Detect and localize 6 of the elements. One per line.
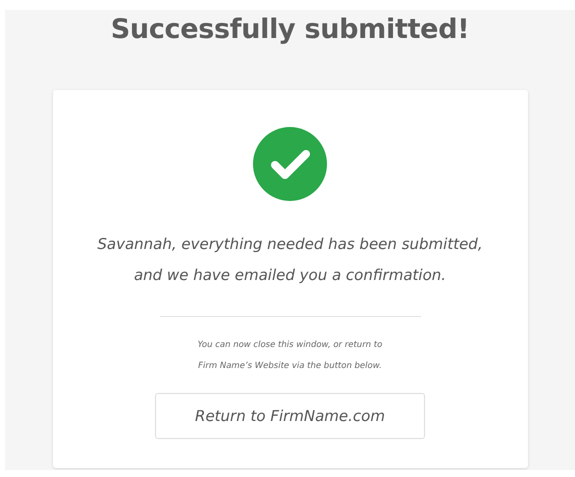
instruction-text: Firm Name’s Website via the button below.	[198, 360, 382, 373]
page-title: Successfully submitted!	[110, 14, 470, 45]
confirmation-message: Savannah, everything needed has been submitted,	[97, 234, 483, 255]
confirmation-message: and we have emailed you a confirmation.	[134, 265, 446, 286]
return-button[interactable]: Return to FirmName.com	[155, 393, 425, 439]
instruction-text: You can now close this window, or return to	[198, 339, 382, 352]
